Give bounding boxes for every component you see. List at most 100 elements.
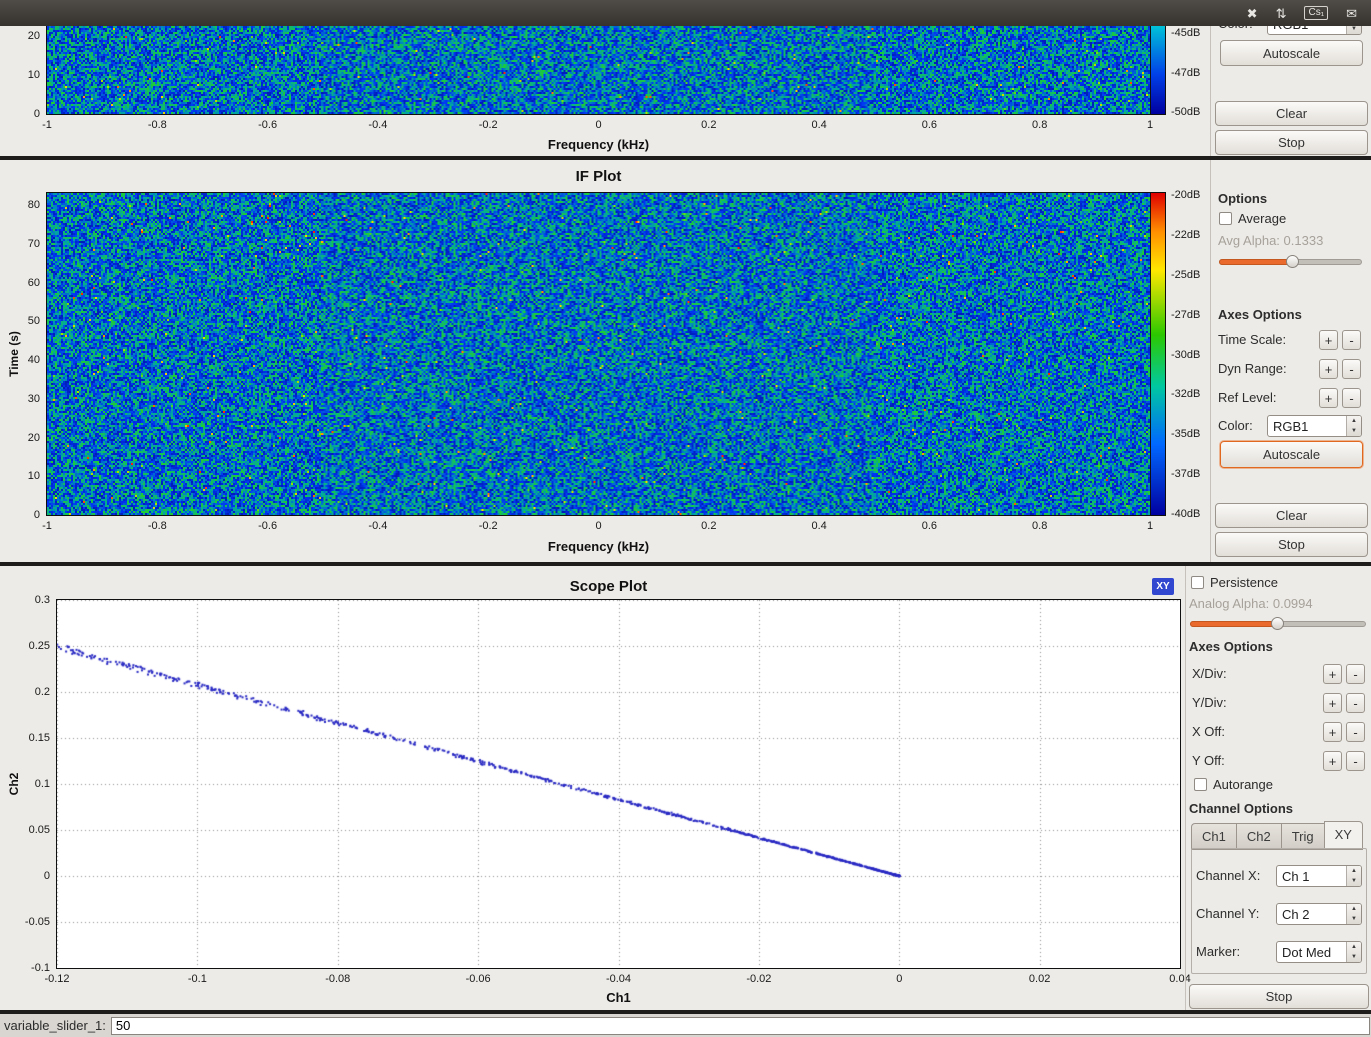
splitter-handle[interactable] (0, 1010, 1371, 1014)
tab-ch2[interactable]: Ch2 (1236, 823, 1281, 850)
spinner-arrows[interactable]: ▲▼ (1346, 866, 1361, 886)
scope-x-axis: -0.12-0.1-0.08-0.06-0.04-0.0200.020.04 (57, 973, 1180, 987)
rf-autoscale-button[interactable]: Autoscale (1220, 40, 1363, 66)
scope-control-panel: Persistence Analog Alpha: 0.0994 Axes Op… (1185, 566, 1371, 1010)
tick-label: -32dB (1171, 388, 1200, 400)
persistence-checkbox[interactable]: Persistence (1191, 575, 1278, 590)
if-plot-x-axis: -1-0.8-0.6-0.4-0.200.20.40.60.81 (47, 520, 1150, 534)
titlebar: ✖ ⇅ Cs₁ ✉ (0, 0, 1371, 26)
splitter-handle[interactable] (0, 156, 1371, 160)
dyn-range-label: Dyn Range: (1218, 361, 1287, 376)
slider-knob[interactable] (1271, 617, 1284, 630)
yoff-plus-button[interactable]: + (1323, 751, 1342, 771)
indicator-keyboard-icon[interactable]: Cs₁ (1304, 6, 1328, 20)
avg-alpha-slider[interactable] (1219, 255, 1362, 268)
time-scale-minus-button[interactable]: - (1342, 330, 1361, 350)
variable-slider-bar: variable_slider_1: (0, 1014, 1371, 1037)
scope-stop-button[interactable]: Stop (1189, 984, 1369, 1009)
tick-label: -35dB (1171, 428, 1200, 440)
tick-label: -1 (42, 119, 52, 131)
tick-label: -0.6 (258, 119, 277, 131)
ref-level-minus-button[interactable]: - (1342, 388, 1361, 408)
time-scale-plus-button[interactable]: + (1319, 330, 1338, 350)
if-stop-button[interactable]: Stop (1215, 532, 1368, 557)
tick-label: 0.3 (35, 594, 50, 606)
xdiv-minus-button[interactable]: - (1346, 664, 1365, 684)
xdiv-plus-button[interactable]: + (1323, 664, 1342, 684)
tab-xy[interactable]: XY (1324, 821, 1363, 850)
spinner-arrows[interactable]: ▲▼ (1346, 942, 1361, 962)
analog-alpha-slider[interactable] (1190, 617, 1366, 630)
xoff-minus-button[interactable]: - (1346, 722, 1365, 742)
color-row: Color: RGB1 ▲▼ (1211, 415, 1371, 439)
xoff-plus-button[interactable]: + (1323, 722, 1342, 742)
rf-color-value: RGB1 (1268, 26, 1346, 34)
color-select[interactable]: RGB1 ▲▼ (1267, 415, 1362, 437)
ydiv-plus-button[interactable]: + (1323, 693, 1342, 713)
axes-options-header: Axes Options (1189, 639, 1273, 654)
channel-x-value: Ch 1 (1277, 866, 1346, 886)
indicator-misc-icon[interactable]: ✖ (1247, 7, 1258, 20)
spinner-down-icon[interactable]: ▼ (1347, 952, 1361, 962)
marker-select[interactable]: Dot Med ▲▼ (1276, 941, 1362, 963)
spinner-up-icon[interactable]: ▲ (1347, 942, 1361, 952)
spinner-down-icon[interactable]: ▼ (1347, 876, 1361, 886)
tab-trig[interactable]: Trig (1281, 823, 1324, 850)
variable-slider-input[interactable] (111, 1017, 1370, 1035)
rf-stop-button[interactable]: Stop (1215, 130, 1368, 155)
tick-label: -27dB (1171, 309, 1200, 321)
tick-label: 40 (28, 354, 40, 366)
channel-y-select[interactable]: Ch 2 ▲▼ (1276, 903, 1362, 925)
spinner-down-icon[interactable]: ▼ (1347, 914, 1361, 924)
tick-label: -30dB (1171, 349, 1200, 361)
indicator-sync-icon[interactable]: ⇅ (1276, 7, 1287, 20)
average-checkbox[interactable]: Average (1219, 211, 1286, 226)
indicator-mail-icon[interactable]: ✉ (1346, 7, 1357, 20)
tab-ch1[interactable]: Ch1 (1191, 823, 1236, 850)
ydiv-minus-button[interactable]: - (1346, 693, 1365, 713)
spinner-down-icon[interactable]: ▼ (1347, 426, 1361, 436)
splitter-handle[interactable] (0, 562, 1371, 566)
rf-clear-button[interactable]: Clear (1215, 101, 1368, 126)
dyn-range-minus-button[interactable]: - (1342, 359, 1361, 379)
channel-x-select[interactable]: Ch 1 ▲▼ (1276, 865, 1362, 887)
channel-tabs: Ch1 Ch2 Trig XY (1191, 821, 1363, 850)
tick-label: -0.4 (368, 119, 387, 131)
tick-label: 0.25 (29, 640, 50, 652)
autorange-checkbox[interactable]: Autorange (1194, 777, 1273, 792)
spinner-up-icon[interactable]: ▲ (1347, 904, 1361, 914)
scope-xy-plot[interactable] (57, 600, 1180, 968)
spinner-arrows[interactable]: ▲▼ (1346, 26, 1361, 34)
spinner-arrows[interactable]: ▲▼ (1346, 416, 1361, 436)
tick-label: -45dB (1171, 27, 1200, 39)
tick-label: -0.04 (606, 973, 631, 985)
xy-legend-badge[interactable]: XY (1152, 578, 1174, 595)
if-plot-waterfall[interactable] (47, 193, 1150, 515)
if-plot-colorbar-ticks: -20dB-22dB-25dB-27dB-30dB-32dB-35dB-37dB… (1171, 195, 1211, 514)
variable-slider-label: variable_slider_1: (4, 1018, 106, 1033)
gnuradio-window: ✖ ⇅ Cs₁ ✉ 20100 -45dB-47dB-50dB -1-0.8-0… (0, 0, 1371, 1037)
tick-label: 0.6 (922, 119, 937, 131)
dyn-range-plus-button[interactable]: + (1319, 359, 1338, 379)
tick-label: 0.6 (922, 520, 937, 532)
tick-label: -0.12 (44, 973, 69, 985)
spinner-up-icon[interactable]: ▲ (1347, 866, 1361, 876)
scope-plot-title: Scope Plot (57, 578, 1160, 595)
ref-level-plus-button[interactable]: + (1319, 388, 1338, 408)
if-plot-title: IF Plot (47, 168, 1150, 185)
spinner-up-icon[interactable]: ▲ (1347, 416, 1361, 426)
tick-label: 0 (34, 108, 40, 120)
rf-waterfall-x-label: Frequency (kHz) (47, 137, 1150, 152)
rf-waterfall-plot[interactable] (47, 26, 1150, 114)
tick-label: 10 (28, 470, 40, 482)
options-header: Options (1218, 191, 1267, 206)
if-autoscale-button[interactable]: Autoscale (1220, 441, 1363, 468)
yoff-minus-button[interactable]: - (1346, 751, 1365, 771)
time-scale-row: Time Scale: + - (1211, 329, 1371, 353)
spinner-down-icon[interactable]: ▼ (1347, 26, 1361, 34)
rf-color-select[interactable]: RGB1 ▲▼ (1267, 26, 1362, 35)
spinner-arrows[interactable]: ▲▼ (1346, 904, 1361, 924)
tick-label: -0.2 (479, 119, 498, 131)
if-clear-button[interactable]: Clear (1215, 503, 1368, 528)
slider-knob[interactable] (1286, 255, 1299, 268)
